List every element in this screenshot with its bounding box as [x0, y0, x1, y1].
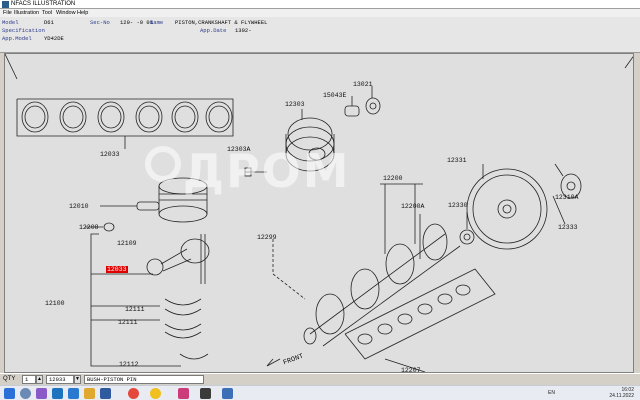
watermark-text: ДРОМ [183, 144, 351, 198]
menu-bar: File Illustration Tool Window Help [0, 9, 640, 17]
taskbar: EN 16:02 24.11.2022 [0, 385, 640, 400]
callout-12303a[interactable]: 12303A [227, 146, 250, 153]
bearing-cap [179, 353, 209, 360]
app-window: NFACS ILLUSTRATION File Illustration Too… [0, 0, 640, 400]
callout-12208[interactable]: 12208 [79, 224, 99, 231]
callout-13021[interactable]: 13021 [353, 81, 373, 88]
menu-file[interactable]: File [3, 9, 12, 17]
app-model-label: App.Model [2, 35, 32, 42]
clock-date: 24.11.2022 [609, 393, 634, 399]
app-icon [2, 1, 9, 8]
menu-window[interactable]: Window [56, 9, 76, 17]
folder-icon[interactable] [84, 388, 95, 399]
callout-12112[interactable]: 12112 [119, 361, 139, 368]
qty-input[interactable]: 1 [22, 375, 36, 384]
model-value: D61 [44, 19, 54, 26]
status-bar: QTY 1 ▲ 12033 ▼ BUSH-PISTON PIN [0, 373, 640, 385]
border-corner-line [624, 56, 633, 69]
menu-tool[interactable]: Tool [42, 9, 52, 17]
exploded-view-drawing [5, 54, 633, 372]
app-date-value: 1302- [235, 27, 252, 34]
piston-rings [21, 101, 233, 133]
qty-spinner[interactable]: ▲ [36, 375, 43, 384]
language-indicator[interactable]: EN [548, 390, 555, 396]
callout-12100[interactable]: 12100 [45, 300, 65, 307]
callout-12333[interactable]: 12333 [558, 224, 578, 231]
specification-label: Specification [2, 27, 45, 34]
callout-12010[interactable]: 12010 [69, 203, 89, 210]
callout-12033[interactable]: 12033 [100, 151, 120, 158]
chrome-icon[interactable] [128, 388, 139, 399]
part-dropdown-button[interactable]: ▼ [74, 375, 81, 384]
clock[interactable]: 16:02 24.11.2022 [609, 387, 634, 399]
flywheel [459, 168, 548, 250]
callout-12033-selected[interactable]: 12033 [106, 266, 128, 273]
app5-icon[interactable] [222, 388, 233, 399]
title-bar: NFACS ILLUSTRATION [0, 0, 640, 9]
callout-12200a[interactable]: 12200A [401, 203, 424, 210]
part-number-field: 12033 [46, 375, 74, 384]
app4-icon[interactable] [178, 388, 189, 399]
callout-12310a[interactable]: 12310A [555, 194, 578, 201]
nfacs-taskbar-icon[interactable] [200, 388, 211, 399]
part-description-field: BUSH-PISTON PIN [84, 375, 204, 384]
callout-12299[interactable]: 12299 [257, 234, 277, 241]
connecting-rod [146, 234, 210, 284]
illustration-canvas[interactable]: ДРОМ 12033 12303 15043E 13021 12303A 120… [4, 53, 634, 373]
window-title: NFACS ILLUSTRATION [11, 1, 76, 7]
sec-no-value: 120- -0 01 [120, 19, 154, 26]
menu-illustration[interactable]: Illustration [14, 9, 39, 17]
callout-12303[interactable]: 12303 [285, 101, 305, 108]
piston-ring-box [16, 98, 234, 137]
bearing [164, 298, 202, 306]
callout-12330[interactable]: 12330 [448, 202, 468, 209]
edge-icon[interactable] [68, 388, 79, 399]
app3-icon[interactable] [100, 388, 111, 399]
bearing [164, 323, 202, 331]
app1-icon[interactable] [36, 388, 47, 399]
callout-12111-a[interactable]: 12111 [125, 306, 145, 313]
app-date-label: App.Date [200, 27, 227, 34]
bracket-line [90, 233, 181, 367]
menu-help[interactable]: Help [77, 9, 88, 17]
name-label: Name [150, 19, 164, 26]
callout-12331[interactable]: 12331 [447, 157, 467, 164]
yandex-icon[interactable] [150, 388, 161, 399]
callout-12109[interactable]: 12109 [117, 240, 137, 247]
search-icon[interactable] [20, 388, 31, 399]
sec-no-label: Sec-No [90, 19, 110, 26]
name-value: PISTON,CRANKSHAFT & FLYWHEEL [175, 19, 268, 26]
start-icon[interactable] [4, 388, 15, 399]
app2-icon[interactable] [52, 388, 63, 399]
app-model-value: YD42DE [44, 35, 64, 42]
watermark-logo [145, 146, 181, 182]
front-arrow [266, 358, 281, 367]
callout-12111-b[interactable]: 12111 [118, 319, 138, 326]
part-info-header: Model D61 Sec-No 120- -0 01 Name PISTON,… [0, 17, 640, 53]
callout-15043e[interactable]: 15043E [323, 92, 346, 99]
qty-label: QTY [3, 376, 16, 382]
crankshaft [303, 223, 461, 347]
model-label: Model [2, 19, 19, 26]
border-corner-line [5, 54, 18, 80]
callout-12200[interactable]: 12200 [383, 175, 403, 182]
